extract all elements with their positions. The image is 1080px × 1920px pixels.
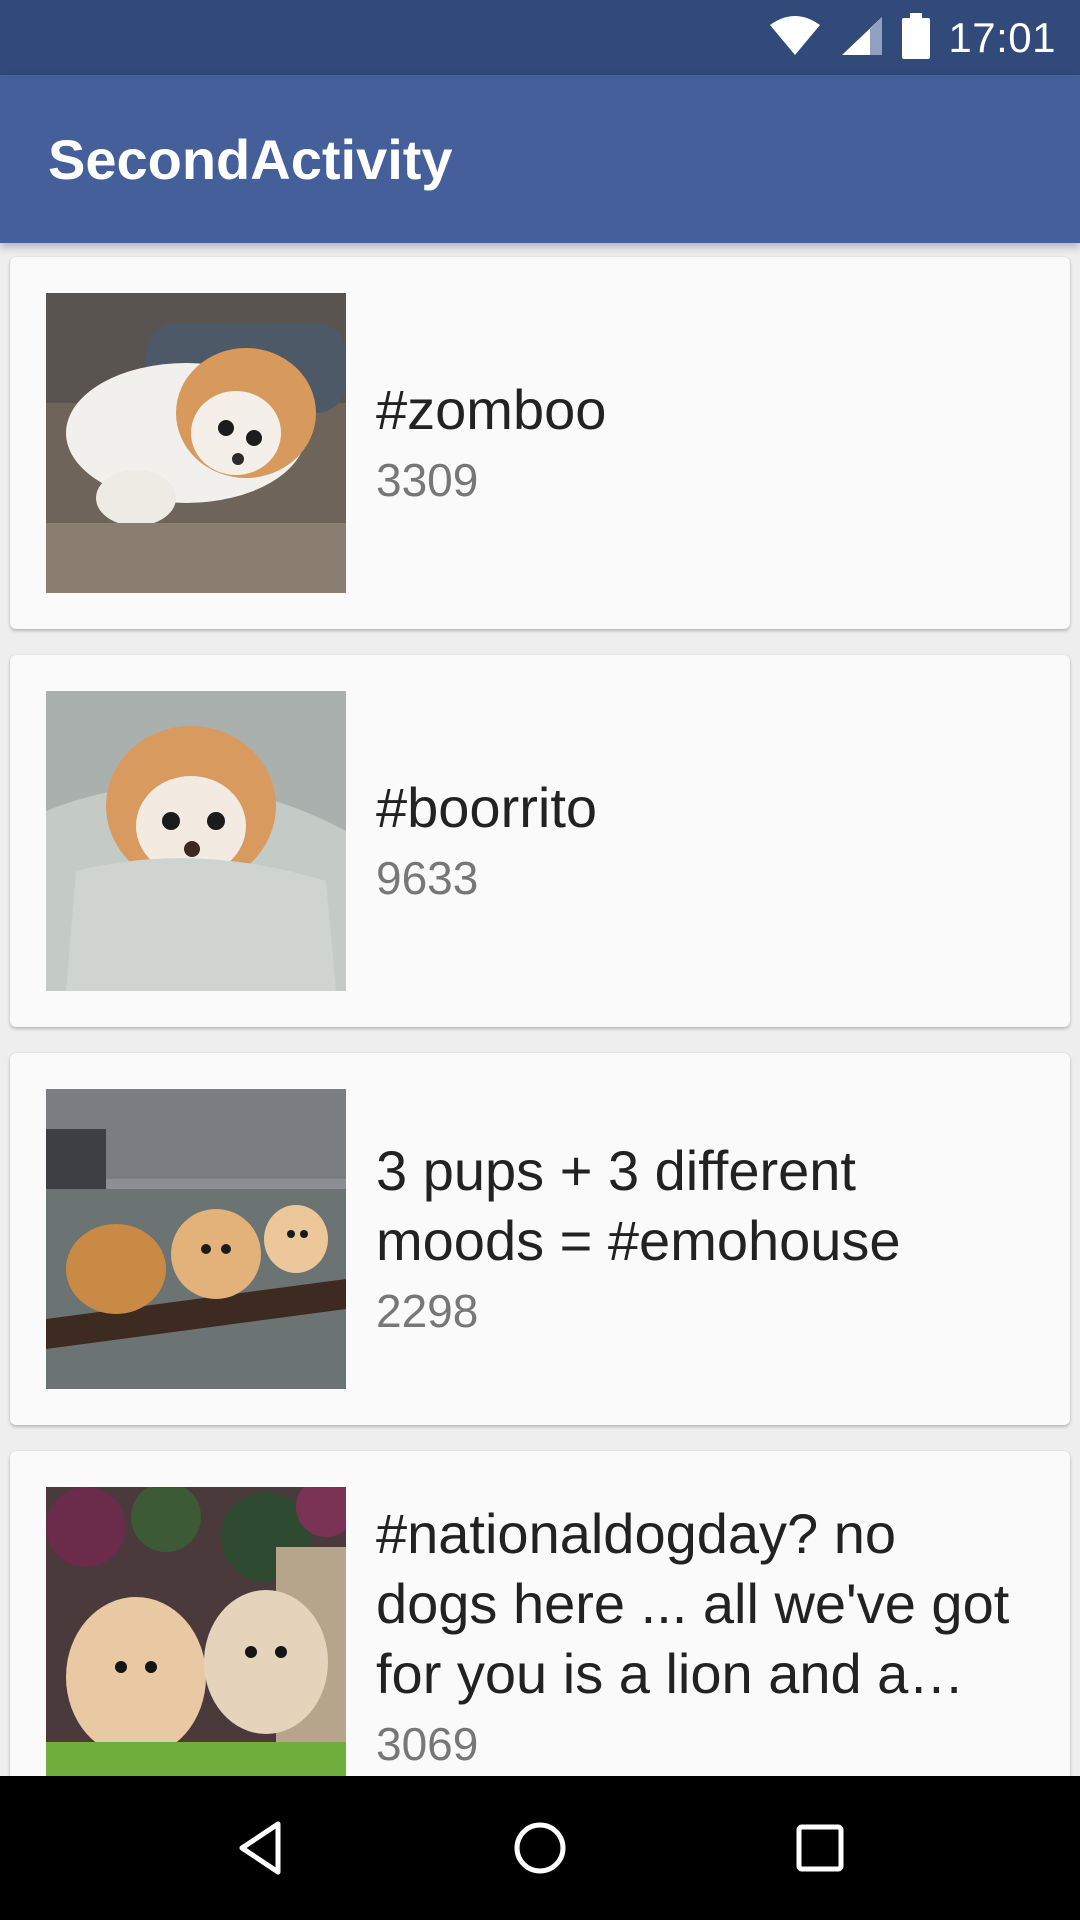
app-bar: SecondActivity bbox=[0, 75, 1080, 243]
feed-card-text: #boorrito 9633 bbox=[376, 655, 1030, 1027]
feed-card-count: 2298 bbox=[376, 1285, 479, 1337]
feed-card-image bbox=[46, 293, 346, 593]
status-time: 17:01 bbox=[948, 13, 1056, 61]
feed-card-image bbox=[46, 1089, 346, 1389]
feed-card-text: #zomboo 3309 bbox=[376, 257, 1030, 629]
feed-card-count: 3069 bbox=[376, 1718, 479, 1770]
feed-card[interactable]: #zomboo 3309 bbox=[10, 257, 1070, 629]
battery-icon bbox=[902, 12, 931, 63]
status-bar: 17:01 bbox=[0, 0, 1080, 75]
feed-card[interactable]: 3 pups + 3 different moods = #emohouse 2… bbox=[10, 1053, 1070, 1425]
feed-card-title: #zomboo bbox=[376, 378, 607, 441]
feed-card-text: 3 pups + 3 different moods = #emohouse 2… bbox=[376, 1053, 1030, 1425]
feed-card-count: 9633 bbox=[376, 852, 479, 904]
feed-list[interactable]: #zomboo 3309 #boorrito 9633 3 pups + 3 d… bbox=[0, 243, 1080, 1776]
feed-card-image bbox=[46, 691, 346, 991]
feed-card[interactable]: #nationaldogday? no dogs here ... all we… bbox=[10, 1451, 1070, 1776]
navigation-bar bbox=[0, 1776, 1080, 1920]
cellular-signal-icon bbox=[840, 15, 884, 61]
feed-card-title: #nationaldogday? no dogs here ... all we… bbox=[376, 1502, 1010, 1705]
recents-icon[interactable] bbox=[770, 1798, 870, 1898]
feed-card-title: 3 pups + 3 different moods = #emohouse bbox=[376, 1139, 901, 1272]
feed-card-image bbox=[46, 1487, 346, 1776]
back-icon[interactable] bbox=[210, 1798, 310, 1898]
feed-card[interactable]: #boorrito 9633 bbox=[10, 655, 1070, 1027]
feed-card-count: 3309 bbox=[376, 454, 479, 506]
feed-card-text: #nationaldogday? no dogs here ... all we… bbox=[376, 1451, 1030, 1776]
status-icons: 17:01 bbox=[768, 0, 1056, 75]
feed-card-title: #boorrito bbox=[376, 776, 598, 839]
home-icon[interactable] bbox=[490, 1798, 590, 1898]
page-title: SecondActivity bbox=[48, 128, 453, 191]
wifi-icon bbox=[768, 15, 822, 61]
